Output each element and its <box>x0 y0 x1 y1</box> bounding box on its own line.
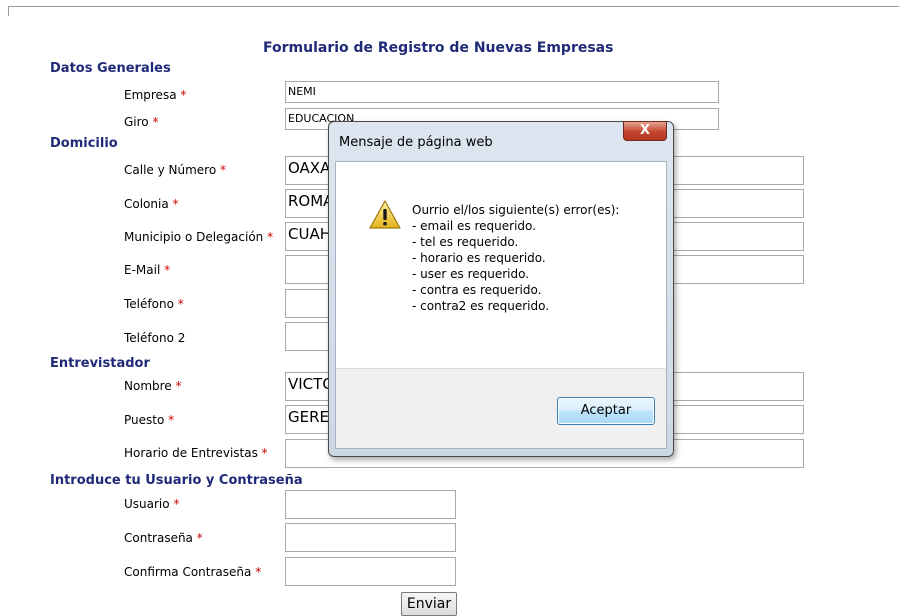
label-empresa: Empresa * <box>124 88 187 102</box>
enviar-button[interactable]: Enviar <box>401 592 457 616</box>
section-usuario: Introduce tu Usuario y Contraseña <box>50 473 303 488</box>
required-mark: * <box>267 230 274 244</box>
label-giro: Giro * <box>124 115 159 129</box>
label-colonia: Colonia * <box>124 197 179 211</box>
form-title: Formulario de Registro de Nuevas Empresa… <box>263 40 614 56</box>
label-horario: Horario de Entrevistas * <box>124 446 268 460</box>
error-dialog: Mensaje de página web X Ourrio el/los si… <box>328 121 674 457</box>
required-mark: * <box>164 263 171 277</box>
required-mark: * <box>152 115 159 129</box>
required-mark: * <box>175 379 182 393</box>
empresa-field[interactable]: NEMI <box>285 81 719 103</box>
dialog-title: Mensaje de página web <box>339 135 493 150</box>
label-usuario: Usuario * <box>124 497 180 511</box>
message-line: - contra es requerido. <box>412 283 542 297</box>
label-confirma: Confirma Contraseña * <box>124 565 262 579</box>
required-mark: * <box>168 413 175 427</box>
label-telefono2: Teléfono 2 <box>124 331 186 345</box>
label-contrasena: Contraseña * <box>124 531 203 545</box>
message-line: - horario es requerido. <box>412 251 546 265</box>
message-line: Ourrio el/los siguiente(s) error(es): <box>412 203 620 217</box>
confirma-field[interactable] <box>285 557 456 586</box>
label-puesto: Puesto * <box>124 413 175 427</box>
dialog-message: Ourrio el/los siguiente(s) error(es): - … <box>412 202 619 314</box>
close-button[interactable]: X <box>623 121 667 141</box>
message-line: - email es requerido. <box>412 219 536 233</box>
required-mark: * <box>196 531 203 545</box>
label-calle: Calle y Número * <box>124 163 227 177</box>
required-mark: * <box>177 297 184 311</box>
section-entrevistador: Entrevistador <box>50 356 150 371</box>
section-datos-generales: Datos Generales <box>50 61 171 76</box>
section-domicilio: Domicilio <box>50 136 118 151</box>
label-email: E-Mail * <box>124 263 171 277</box>
label-telefono: Teléfono * <box>124 297 184 311</box>
required-mark: * <box>255 565 262 579</box>
required-mark: * <box>180 88 187 102</box>
label-nombre: Nombre * <box>124 379 182 393</box>
required-mark: * <box>220 163 227 177</box>
message-line: - user es requerido. <box>412 267 530 281</box>
aceptar-button[interactable]: Aceptar <box>557 397 655 425</box>
label-municipio: Municipio o Delegación * <box>124 230 274 244</box>
warning-icon <box>369 200 401 233</box>
dialog-body: Ourrio el/los siguiente(s) error(es): - … <box>335 161 667 449</box>
message-line: - tel es requerido. <box>412 235 519 249</box>
required-mark: * <box>172 197 179 211</box>
contrasena-field[interactable] <box>285 523 456 552</box>
usuario-field[interactable] <box>285 490 456 519</box>
page-top-border <box>8 6 899 16</box>
message-line: - contra2 es requerido. <box>412 299 550 313</box>
required-mark: * <box>261 446 268 460</box>
required-mark: * <box>173 497 180 511</box>
